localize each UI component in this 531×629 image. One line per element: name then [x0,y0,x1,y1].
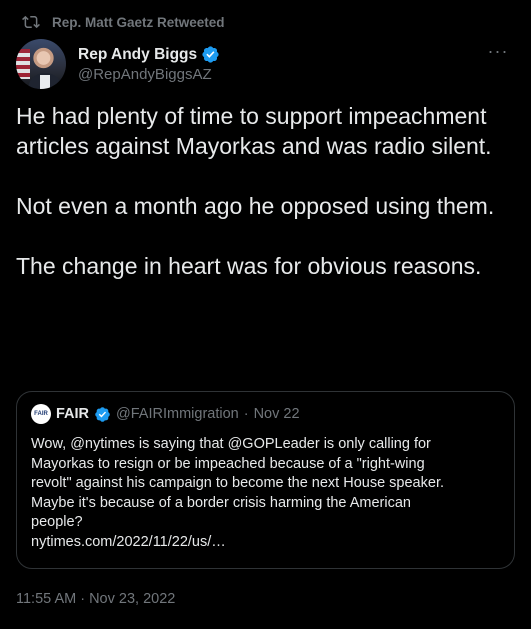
tweet-timestamp[interactable]: 11:55 AM · Nov 23, 2022 [16,591,175,607]
retweet-icon [22,13,40,31]
quoted-line: revolt" against his campaign to become t… [31,475,444,491]
retweet-context: Rep. Matt Gaetz Retweeted [22,12,225,32]
more-options-icon[interactable]: ··· [487,42,509,62]
tweet-text: He had plenty of time to support impeach… [16,101,516,281]
author-handle[interactable]: @RepAndyBiggsAZ [78,66,220,83]
tweet-paragraph: Not even a month ago he opposed using th… [16,193,495,219]
quoted-link[interactable]: nytimes.com/2022/11/22/us/… [31,533,500,553]
quoted-tweet[interactable]: FAIR FAIR @FAIRImmigration · Nov 22 Wow,… [16,391,515,569]
author-name[interactable]: Rep Andy Biggs [78,46,197,64]
quoted-avatar: FAIR [31,404,51,424]
tweet-paragraph: The change in heart was for obvious reas… [16,253,482,279]
quoted-tweet-header: FAIR FAIR @FAIRImmigration · Nov 22 [31,403,500,425]
author-text: Rep Andy Biggs @RepAndyBiggsAZ [78,45,220,83]
quoted-author-handle: @FAIRImmigration [116,406,239,422]
author-header: Rep Andy Biggs @RepAndyBiggsAZ ··· [16,38,515,90]
verified-badge-icon [201,45,220,64]
name-row: Rep Andy Biggs [78,45,220,64]
quoted-line: people? [31,514,83,530]
tweet[interactable]: Rep. Matt Gaetz Retweeted Rep Andy Biggs… [0,0,531,629]
retweet-label[interactable]: Rep. Matt Gaetz Retweeted [52,15,225,30]
shirt-graphic [40,75,50,89]
avatar[interactable] [16,39,66,89]
quoted-author-name: FAIR [56,406,90,422]
flag-graphic [16,49,30,79]
verified-badge-icon [94,406,111,423]
quoted-line: Mayorkas to resign or be impeached becau… [31,455,425,472]
quoted-line: Maybe it's because of a border crisis ha… [31,494,411,511]
quoted-line: Wow, @nytimes is saying that @GOPLeader … [31,436,431,452]
separator-dot: · [243,406,249,422]
tweet-paragraph: He had plenty of time to support impeach… [16,103,492,159]
quoted-tweet-text: Wow, @nytimes is saying that @GOPLeader … [31,435,500,552]
quoted-date: Nov 22 [253,406,300,422]
